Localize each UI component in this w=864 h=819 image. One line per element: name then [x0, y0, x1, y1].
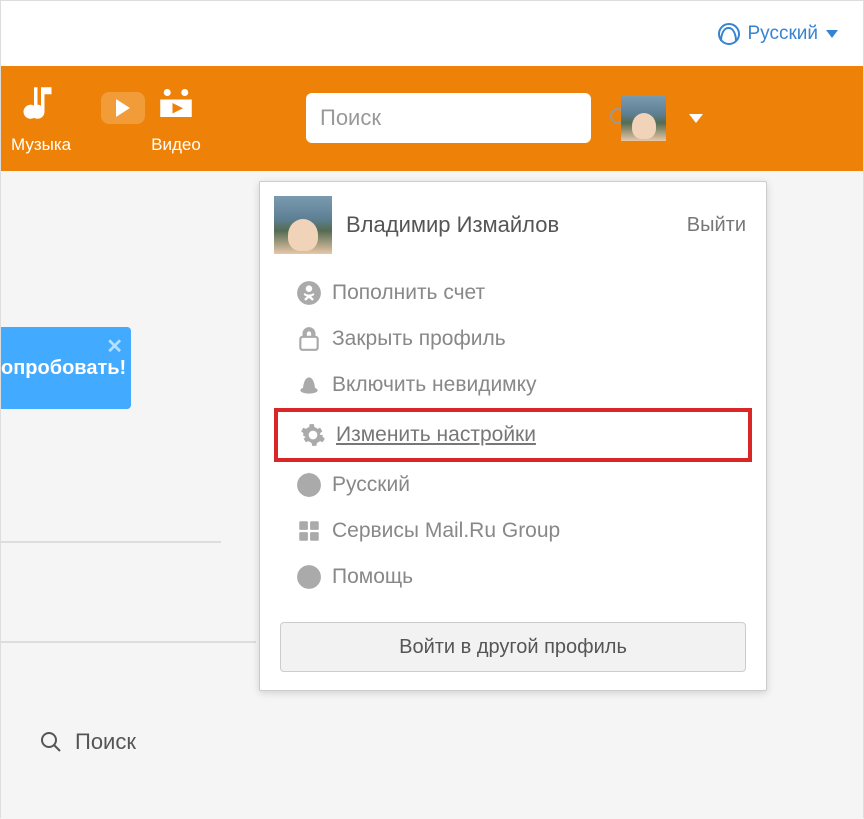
help-icon: [296, 564, 322, 590]
menu-label: Русский: [332, 473, 410, 497]
divider: [1, 641, 256, 643]
dropdown-menu: Пополнить счет Закрыть профиль Включить …: [260, 270, 766, 600]
language-selector[interactable]: Русский: [718, 23, 839, 45]
music-icon: [20, 82, 62, 129]
chevron-down-icon: [826, 30, 838, 38]
nav-music-label: Музыка: [11, 135, 71, 155]
close-icon[interactable]: ✕: [106, 334, 123, 359]
menu-item-invisible[interactable]: Включить невидимку: [260, 362, 766, 408]
top-bar: Русский: [1, 1, 863, 66]
promo-banner[interactable]: опробовать! ✕: [1, 327, 131, 409]
grid-icon: [296, 518, 322, 544]
username[interactable]: Владимир Измайлов: [346, 212, 673, 238]
login-other-profile-button[interactable]: Войти в другой профиль: [280, 622, 746, 672]
menu-item-services[interactable]: Сервисы Mail.Ru Group: [260, 508, 766, 554]
dropdown-footer: Войти в другой профиль: [280, 622, 746, 672]
menu-label: Включить невидимку: [332, 373, 537, 397]
main-nav-bar: Музыка Видео: [1, 66, 863, 171]
menu-label: Сервисы Mail.Ru Group: [332, 519, 560, 543]
play-icon[interactable]: [101, 92, 145, 124]
divider: [1, 541, 221, 543]
user-dropdown: Владимир Измайлов Выйти Пополнить счет З…: [259, 181, 767, 691]
dropdown-header: Владимир Измайлов Выйти: [260, 182, 766, 264]
video-icon: [155, 82, 197, 129]
menu-item-help[interactable]: Помощь: [260, 554, 766, 600]
ok-badge-icon: [296, 280, 322, 306]
avatar[interactable]: [274, 196, 332, 254]
globe-icon: [718, 23, 740, 45]
sidebar-search-label: Поиск: [75, 729, 136, 755]
sidebar-search[interactable]: Поиск: [39, 729, 136, 755]
chevron-down-icon[interactable]: [689, 114, 703, 123]
nav-video[interactable]: Видео: [151, 82, 201, 155]
menu-label: Помощь: [332, 565, 413, 589]
logout-link[interactable]: Выйти: [687, 214, 746, 237]
menu-item-language[interactable]: Русский: [260, 462, 766, 508]
menu-label: Закрыть профиль: [332, 327, 506, 351]
gear-icon: [300, 422, 326, 448]
hat-icon: [296, 372, 322, 398]
globe-icon: [296, 472, 322, 498]
promo-text: опробовать!: [1, 357, 126, 380]
menu-item-close-profile[interactable]: Закрыть профиль: [260, 316, 766, 362]
content-area: опробовать! ✕ Поиск Владимир Измайлов Вы…: [1, 171, 863, 819]
menu-label: Пополнить счет: [332, 281, 485, 305]
menu-label: Изменить настройки: [336, 423, 536, 447]
search-input[interactable]: [320, 105, 608, 131]
search-icon: [39, 730, 63, 754]
lock-icon: [296, 326, 322, 352]
menu-item-settings[interactable]: Изменить настройки: [274, 408, 752, 462]
nav-music[interactable]: Музыка: [11, 82, 71, 155]
nav-video-label: Видео: [151, 135, 201, 155]
avatar-button[interactable]: [621, 96, 666, 141]
search-box[interactable]: [306, 93, 591, 143]
menu-item-topup[interactable]: Пополнить счет: [260, 270, 766, 316]
language-label: Русский: [748, 23, 819, 45]
